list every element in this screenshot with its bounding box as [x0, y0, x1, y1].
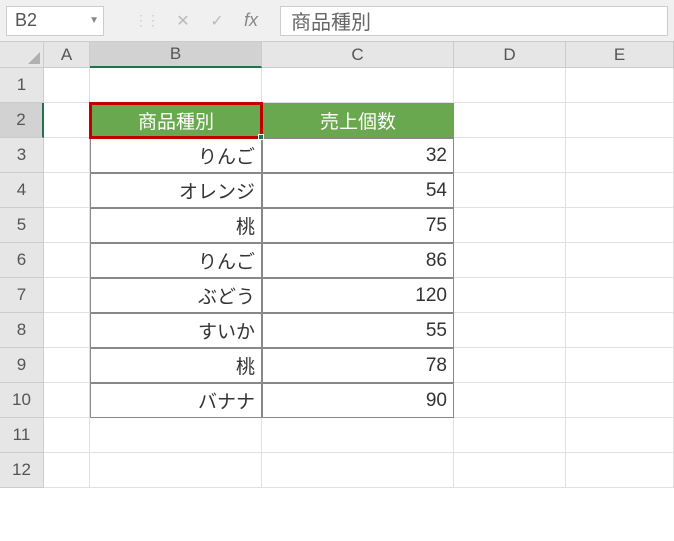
cell-A8[interactable]: [44, 313, 90, 348]
dots-icon: ⋮⋮: [134, 12, 158, 29]
cell-E2[interactable]: [566, 103, 674, 138]
cell-E4[interactable]: [566, 173, 674, 208]
cell-B3[interactable]: りんご: [90, 138, 262, 173]
cell-A11[interactable]: [44, 418, 90, 453]
cell-E6[interactable]: [566, 243, 674, 278]
cell-A7[interactable]: [44, 278, 90, 313]
cell-A12[interactable]: [44, 453, 90, 488]
row-header-11[interactable]: 11: [0, 418, 44, 453]
row-header-1[interactable]: 1: [0, 68, 44, 103]
cell-D1[interactable]: [454, 68, 566, 103]
row-header-7[interactable]: 7: [0, 278, 44, 313]
cell-D9[interactable]: [454, 348, 566, 383]
cell-E9[interactable]: [566, 348, 674, 383]
cell-D11[interactable]: [454, 418, 566, 453]
cell-C4[interactable]: 54: [262, 173, 454, 208]
cell-D3[interactable]: [454, 138, 566, 173]
cell-B4[interactable]: オレンジ: [90, 173, 262, 208]
cell-E8[interactable]: [566, 313, 674, 348]
formula-value: 商品種別: [291, 6, 371, 35]
row-header-8[interactable]: 8: [0, 313, 44, 348]
row-header-2[interactable]: 2: [0, 103, 44, 138]
cancel-icon[interactable]: ✕: [174, 11, 192, 31]
row-header-5[interactable]: 5: [0, 208, 44, 243]
row-header-10[interactable]: 10: [0, 383, 44, 418]
row-header-3[interactable]: 3: [0, 138, 44, 173]
cell-E7[interactable]: [566, 278, 674, 313]
cell-E3[interactable]: [566, 138, 674, 173]
cell-C7[interactable]: 120: [262, 278, 454, 313]
column-header-c[interactable]: C: [262, 42, 454, 68]
cell-B9[interactable]: 桃: [90, 348, 262, 383]
cell-E5[interactable]: [566, 208, 674, 243]
cell-C10[interactable]: 90: [262, 383, 454, 418]
cell-A3[interactable]: [44, 138, 90, 173]
cell-C3[interactable]: 32: [262, 138, 454, 173]
cell-C9[interactable]: 78: [262, 348, 454, 383]
cell-B8[interactable]: すいか: [90, 313, 262, 348]
row-header-9[interactable]: 9: [0, 348, 44, 383]
cell-D12[interactable]: [454, 453, 566, 488]
cell-E12[interactable]: [566, 453, 674, 488]
formula-bar-buttons: ⋮⋮ ✕ ✓ fx: [134, 10, 260, 31]
cell-A2[interactable]: [44, 103, 90, 138]
cell-C8[interactable]: 55: [262, 313, 454, 348]
cell-D10[interactable]: [454, 383, 566, 418]
cell-E1[interactable]: [566, 68, 674, 103]
column-header-d[interactable]: D: [454, 42, 566, 68]
cell-B10[interactable]: バナナ: [90, 383, 262, 418]
column-header-a[interactable]: A: [44, 42, 90, 68]
column-header-b[interactable]: B: [90, 42, 262, 68]
select-all-corner[interactable]: [0, 42, 44, 68]
cell-B5[interactable]: 桃: [90, 208, 262, 243]
cell-C6[interactable]: 86: [262, 243, 454, 278]
row-header-12[interactable]: 12: [0, 453, 44, 488]
formula-input[interactable]: 商品種別: [280, 6, 668, 36]
cell-D7[interactable]: [454, 278, 566, 313]
cell-B12[interactable]: [90, 453, 262, 488]
cell-B11[interactable]: [90, 418, 262, 453]
cell-D8[interactable]: [454, 313, 566, 348]
fx-icon[interactable]: fx: [242, 10, 260, 31]
cell-C12[interactable]: [262, 453, 454, 488]
row-header-6[interactable]: 6: [0, 243, 44, 278]
cell-D5[interactable]: [454, 208, 566, 243]
name-box[interactable]: B2 ▼: [6, 6, 104, 36]
cell-E10[interactable]: [566, 383, 674, 418]
column-header-e[interactable]: E: [566, 42, 674, 68]
cell-D6[interactable]: [454, 243, 566, 278]
cell-A6[interactable]: [44, 243, 90, 278]
enter-icon[interactable]: ✓: [208, 11, 226, 31]
name-box-value: B2: [15, 10, 37, 31]
cell-D4[interactable]: [454, 173, 566, 208]
cell-A5[interactable]: [44, 208, 90, 243]
row-headers: 123456789101112: [0, 68, 44, 488]
cell-A1[interactable]: [44, 68, 90, 103]
cell-D2[interactable]: [454, 103, 566, 138]
cell-C1[interactable]: [262, 68, 454, 103]
formula-bar: B2 ▼ ⋮⋮ ✕ ✓ fx 商品種別: [0, 0, 674, 42]
cell-B2[interactable]: 商品種別: [90, 103, 262, 138]
cell-B7[interactable]: ぶどう: [90, 278, 262, 313]
cell-B6[interactable]: りんご: [90, 243, 262, 278]
cell-E11[interactable]: [566, 418, 674, 453]
cell-A10[interactable]: [44, 383, 90, 418]
cell-C2[interactable]: 売上個数: [262, 103, 454, 138]
cell-grid[interactable]: 商品種別売上個数りんご32オレンジ54桃75りんご86ぶどう120すいか55桃7…: [44, 68, 674, 488]
spreadsheet: ABCDE 123456789101112 商品種別売上個数りんご32オレンジ5…: [0, 42, 674, 541]
row-header-4[interactable]: 4: [0, 173, 44, 208]
cell-A9[interactable]: [44, 348, 90, 383]
cell-B1[interactable]: [90, 68, 262, 103]
cell-C11[interactable]: [262, 418, 454, 453]
cell-A4[interactable]: [44, 173, 90, 208]
column-headers: ABCDE: [44, 42, 674, 68]
chevron-down-icon[interactable]: ▼: [89, 15, 99, 26]
cell-C5[interactable]: 75: [262, 208, 454, 243]
